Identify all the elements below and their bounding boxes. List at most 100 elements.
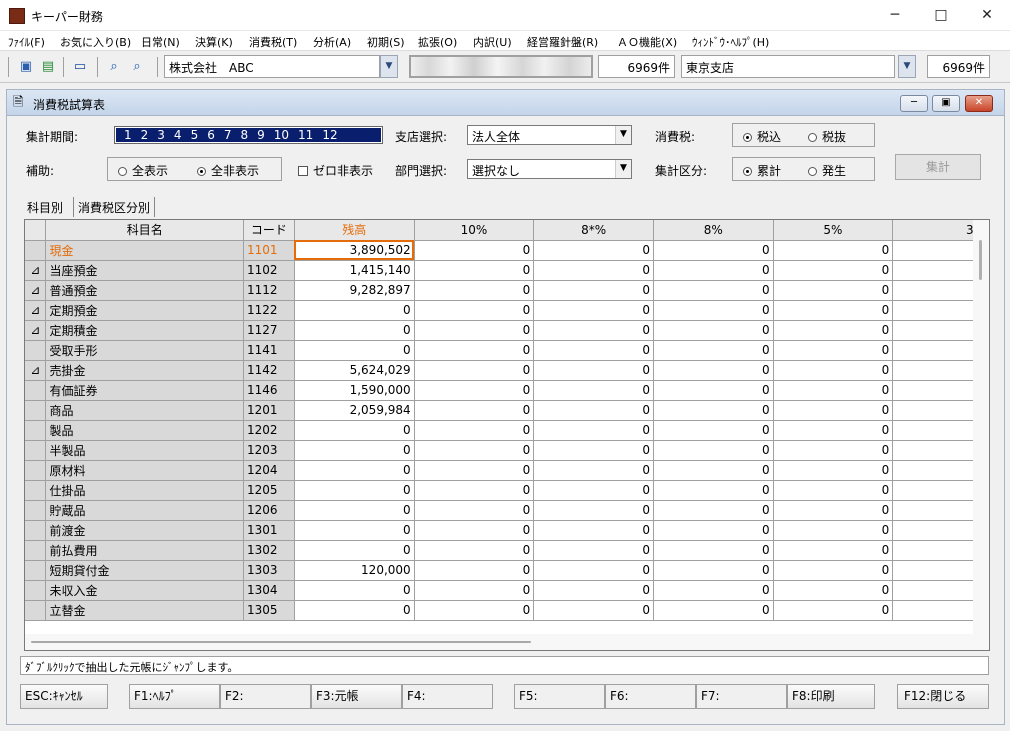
balance-cell[interactable]: 0 bbox=[294, 480, 415, 501]
tax-8-cell[interactable]: 0 bbox=[653, 440, 774, 461]
account-code-cell[interactable]: 1112 bbox=[243, 280, 295, 301]
table-row[interactable]: 受取手形 1141 0 0 0 0 0 bbox=[25, 340, 989, 361]
tax-8-reduced-cell[interactable]: 0 bbox=[533, 260, 654, 281]
table-row[interactable]: ⊿ 定期預金 1122 0 0 0 0 0 bbox=[25, 300, 989, 321]
esc-cancel-button[interactable]: ESC:ｷｬﾝｾﾙ bbox=[20, 684, 108, 709]
aggregate-button[interactable]: 集計 bbox=[895, 154, 981, 180]
account-code-cell[interactable]: 1122 bbox=[243, 300, 295, 321]
tax-10-cell[interactable]: 0 bbox=[414, 600, 535, 621]
account-code-cell[interactable]: 1201 bbox=[243, 400, 295, 421]
inner-close-icon[interactable]: ✕ bbox=[965, 95, 993, 112]
table-row[interactable]: 半製品 1203 0 0 0 0 0 bbox=[25, 440, 989, 461]
account-code-cell[interactable]: 1304 bbox=[243, 580, 295, 601]
month-9[interactable]: 9 bbox=[257, 128, 265, 142]
account-code-cell[interactable]: 1205 bbox=[243, 480, 295, 501]
tax-8-reduced-cell[interactable]: 0 bbox=[533, 240, 654, 261]
menu-breakdown[interactable]: 内訳(U) bbox=[473, 34, 512, 50]
tax-10-cell[interactable]: 0 bbox=[414, 420, 535, 441]
zero-hide-checkbox[interactable]: ゼロ非表示 bbox=[298, 162, 373, 179]
monitor-icon[interactable]: ▣ bbox=[16, 57, 36, 77]
account-name-cell[interactable]: 原材料 bbox=[45, 460, 244, 481]
tax-8-reduced-cell[interactable]: 0 bbox=[533, 500, 654, 521]
tax-10-cell[interactable]: 0 bbox=[414, 540, 535, 561]
row-expand-icon[interactable]: ⊿ bbox=[25, 300, 47, 321]
balance-cell[interactable]: 0 bbox=[294, 520, 415, 541]
tax-8-cell[interactable]: 0 bbox=[653, 520, 774, 541]
balance-cell[interactable]: 0 bbox=[294, 320, 415, 341]
tax-8-cell[interactable]: 0 bbox=[653, 360, 774, 381]
row-expand-icon[interactable]: ⊿ bbox=[25, 260, 47, 281]
account-name-cell[interactable]: 定期積金 bbox=[45, 320, 244, 341]
tax-8-cell[interactable]: 0 bbox=[653, 580, 774, 601]
inner-restore-icon[interactable]: ▣ bbox=[932, 95, 960, 112]
balance-cell[interactable]: 0 bbox=[294, 420, 415, 441]
tax-5-cell[interactable]: 0 bbox=[773, 580, 894, 601]
balance-cell[interactable]: 0 bbox=[294, 300, 415, 321]
account-code-cell[interactable]: 1204 bbox=[243, 460, 295, 481]
table-row[interactable]: ⊿ 普通預金 1112 9,282,897 0 0 0 0 bbox=[25, 280, 989, 301]
account-name-cell[interactable]: 未収入金 bbox=[45, 580, 244, 601]
tax-10-cell[interactable]: 0 bbox=[414, 360, 535, 381]
header-8pct[interactable]: 8% bbox=[653, 220, 774, 241]
balance-cell[interactable]: 0 bbox=[294, 340, 415, 361]
tax-8-cell[interactable]: 0 bbox=[653, 540, 774, 561]
menu-consumption-tax[interactable]: 消費税(T) bbox=[249, 34, 297, 50]
balance-cell[interactable]: 0 bbox=[294, 440, 415, 461]
radio-occurrence[interactable]: 発生 bbox=[808, 162, 846, 179]
maximize-icon[interactable]: □ bbox=[918, 0, 964, 31]
month-2[interactable]: 2 bbox=[141, 128, 149, 142]
tax-5-cell[interactable]: 0 bbox=[773, 300, 894, 321]
tax-5-cell[interactable]: 0 bbox=[773, 240, 894, 261]
f6-button[interactable]: F6: bbox=[605, 684, 696, 709]
tax-10-cell[interactable]: 0 bbox=[414, 580, 535, 601]
header-10pct[interactable]: 10% bbox=[414, 220, 535, 241]
account-name-cell[interactable]: 立替金 bbox=[45, 600, 244, 621]
tax-10-cell[interactable]: 0 bbox=[414, 280, 535, 301]
radio-show-all[interactable]: 全表示 bbox=[118, 162, 168, 179]
tax-8-cell[interactable]: 0 bbox=[653, 500, 774, 521]
tax-5-cell[interactable]: 0 bbox=[773, 320, 894, 341]
tax-8-reduced-cell[interactable]: 0 bbox=[533, 360, 654, 381]
account-code-cell[interactable]: 1101 bbox=[243, 240, 295, 261]
account-code-cell[interactable]: 1141 bbox=[243, 340, 295, 361]
radio-hide-all[interactable]: 全非表示 bbox=[197, 162, 259, 179]
tax-8-reduced-cell[interactable]: 0 bbox=[533, 380, 654, 401]
tax-5-cell[interactable]: 0 bbox=[773, 540, 894, 561]
table-row[interactable]: 未収入金 1304 0 0 0 0 0 bbox=[25, 580, 989, 601]
tax-8-reduced-cell[interactable]: 0 bbox=[533, 420, 654, 441]
month-10[interactable]: 10 bbox=[274, 128, 289, 142]
chevron-down-icon[interactable]: ▼ bbox=[615, 160, 631, 178]
month-6[interactable]: 6 bbox=[207, 128, 215, 142]
table-row[interactable]: 製品 1202 0 0 0 0 0 bbox=[25, 420, 989, 441]
balance-cell[interactable]: 0 bbox=[294, 460, 415, 481]
account-code-cell[interactable]: 1146 bbox=[243, 380, 295, 401]
period-selector[interactable]: 1 2 3 4 5 6 7 8 9 10 11 12 bbox=[114, 126, 383, 144]
f1-help-button[interactable]: F1:ﾍﾙﾌﾟ bbox=[129, 684, 220, 709]
account-name-cell[interactable]: 前渡金 bbox=[45, 520, 244, 541]
account-code-cell[interactable]: 1127 bbox=[243, 320, 295, 341]
row-expand-icon[interactable]: ⊿ bbox=[25, 360, 47, 381]
tax-5-cell[interactable]: 0 bbox=[773, 500, 894, 521]
tax-5-cell[interactable]: 0 bbox=[773, 360, 894, 381]
month-12[interactable]: 12 bbox=[322, 128, 337, 142]
tax-10-cell[interactable]: 0 bbox=[414, 380, 535, 401]
tax-8-cell[interactable]: 0 bbox=[653, 340, 774, 361]
tax-10-cell[interactable]: 0 bbox=[414, 560, 535, 581]
close-icon[interactable]: ✕ bbox=[964, 0, 1010, 31]
menu-favorites[interactable]: お気に入り(B) bbox=[60, 34, 131, 50]
tax-5-cell[interactable]: 0 bbox=[773, 480, 894, 501]
balance-cell[interactable]: 3,890,502 bbox=[294, 240, 415, 261]
chevron-down-icon[interactable]: ▼ bbox=[615, 126, 631, 144]
account-name-cell[interactable]: 売掛金 bbox=[45, 360, 244, 381]
menu-compass[interactable]: 経営羅針盤(R) bbox=[527, 34, 598, 50]
tax-10-cell[interactable]: 0 bbox=[414, 320, 535, 341]
account-name-cell[interactable]: 普通預金 bbox=[45, 280, 244, 301]
account-name-cell[interactable]: 現金 bbox=[45, 240, 244, 261]
menu-daily[interactable]: 日常(N) bbox=[141, 34, 180, 50]
table-row[interactable]: ⊿ 売掛金 1142 5,624,029 0 0 0 0 bbox=[25, 360, 989, 381]
branch-select[interactable]: 東京支店 bbox=[681, 55, 895, 78]
tax-10-cell[interactable]: 0 bbox=[414, 520, 535, 541]
f8-print-button[interactable]: F8:印刷 bbox=[787, 684, 875, 709]
header-code[interactable]: コード bbox=[243, 220, 295, 241]
tax-10-cell[interactable]: 0 bbox=[414, 480, 535, 501]
